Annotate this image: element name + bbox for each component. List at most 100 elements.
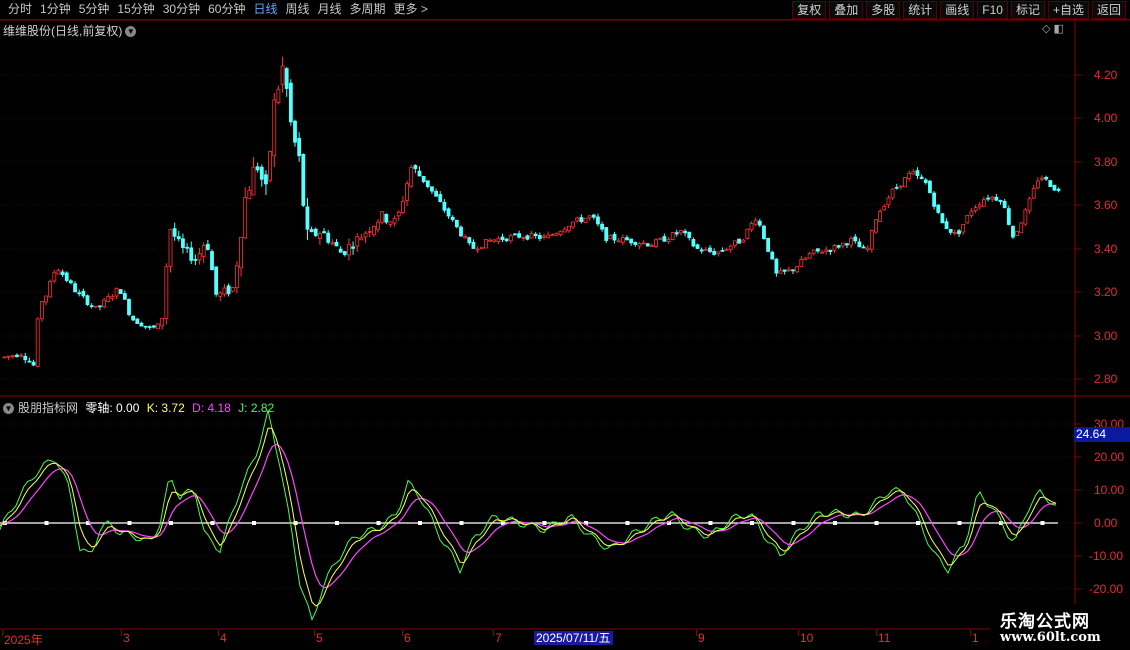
date-tick-label: 7 <box>495 631 502 645</box>
date-tick <box>2 630 3 636</box>
indicator-name: 股朋指标网 <box>18 401 79 415</box>
candle-body <box>508 235 513 242</box>
candle-body <box>687 231 692 239</box>
candle-body <box>27 360 32 363</box>
candle-body <box>31 361 36 366</box>
candle-body <box>396 211 401 217</box>
date-tick <box>121 630 122 636</box>
candle-body <box>766 237 770 252</box>
zero-axis-value: 零轴: 0.00 <box>85 401 140 415</box>
candle-body <box>928 180 932 194</box>
candle-body <box>85 295 90 305</box>
indicator-tick-label: 10.00 <box>1094 483 1125 497</box>
candle-body <box>135 318 140 324</box>
k-line <box>0 427 1057 607</box>
candle-body <box>919 176 924 179</box>
candle-body <box>172 228 177 237</box>
candle-body <box>882 206 887 211</box>
date-tick <box>402 630 403 636</box>
candle-body <box>143 325 148 328</box>
candle-body <box>446 208 451 217</box>
candle-body <box>293 120 297 143</box>
candle-body <box>683 230 687 234</box>
diamond-icon[interactable]: ◇ <box>1042 23 1050 35</box>
candle-body <box>430 186 434 192</box>
window-toggle-icon[interactable]: ◧ <box>1054 23 1064 35</box>
candle-body <box>579 217 584 222</box>
candle-body <box>923 179 928 183</box>
zero-axis-marker <box>44 521 49 525</box>
zero-axis-marker <box>335 521 339 525</box>
candle-body <box>1031 187 1036 199</box>
candle-body <box>558 230 563 236</box>
candle-body <box>147 326 152 328</box>
candle-body <box>849 237 853 246</box>
date-tick <box>218 630 219 636</box>
candle-body <box>181 238 185 248</box>
candle-body <box>479 246 484 249</box>
candle-body <box>562 228 567 233</box>
candle-body <box>583 217 588 223</box>
candle-body <box>247 190 252 200</box>
candle-body <box>703 248 708 251</box>
candle-body <box>708 247 712 253</box>
candle-body <box>400 200 405 213</box>
candle-body <box>807 253 812 259</box>
candle-body <box>977 204 982 208</box>
price-tick-label: 4.20 <box>1094 68 1118 82</box>
zero-axis-marker <box>625 521 630 525</box>
candle-body <box>1027 198 1032 212</box>
candle-body <box>878 210 883 222</box>
candle-body <box>786 269 791 272</box>
candle-body <box>616 240 621 243</box>
candle-body <box>471 241 476 249</box>
price-tick-label: 3.00 <box>1094 329 1118 343</box>
candle-body <box>757 220 762 226</box>
candle-body <box>1056 188 1061 191</box>
candle-body <box>255 166 260 171</box>
candle-body <box>799 259 804 267</box>
candle-body <box>189 247 194 261</box>
date-tick <box>696 630 697 636</box>
candle-body <box>467 237 472 244</box>
date-tick <box>970 630 971 636</box>
candle-body <box>940 213 945 224</box>
chevron-down-icon[interactable]: ▼ <box>125 26 137 38</box>
candle-body <box>500 236 505 241</box>
candle-body <box>376 221 380 230</box>
candle-body <box>122 293 127 300</box>
candle-body <box>778 270 783 274</box>
candle-body <box>932 192 936 207</box>
candle-body <box>961 223 966 233</box>
candle-body <box>874 219 878 233</box>
candle-body <box>6 355 11 358</box>
candle-body <box>288 82 293 123</box>
candle-body <box>948 228 953 233</box>
candle-body <box>131 315 136 321</box>
candle-body <box>459 226 463 237</box>
candle-body <box>151 325 156 328</box>
candle-body <box>820 251 824 254</box>
date-tick-label: 4 <box>220 631 227 645</box>
stock-chart[interactable] <box>0 0 1130 650</box>
zero-axis-marker <box>874 521 879 525</box>
chevron-down-icon[interactable]: ▼ <box>3 403 14 415</box>
candle-body <box>733 240 737 246</box>
candle-body <box>272 99 277 157</box>
candle-body <box>268 151 273 181</box>
candle-body <box>1023 209 1028 225</box>
candle-body <box>313 228 318 236</box>
candle-body <box>894 186 899 189</box>
candle-body <box>1035 180 1040 189</box>
candle-body <box>770 251 775 260</box>
candle-body <box>625 237 629 241</box>
candle-body <box>305 206 310 230</box>
candle-body <box>969 210 974 216</box>
candle-body <box>425 180 430 187</box>
candle-body <box>230 287 235 292</box>
candle-body <box>359 237 364 241</box>
candle-body <box>454 219 459 228</box>
candle-body <box>251 166 256 196</box>
candle-body <box>716 251 721 255</box>
candle-body <box>575 217 580 222</box>
